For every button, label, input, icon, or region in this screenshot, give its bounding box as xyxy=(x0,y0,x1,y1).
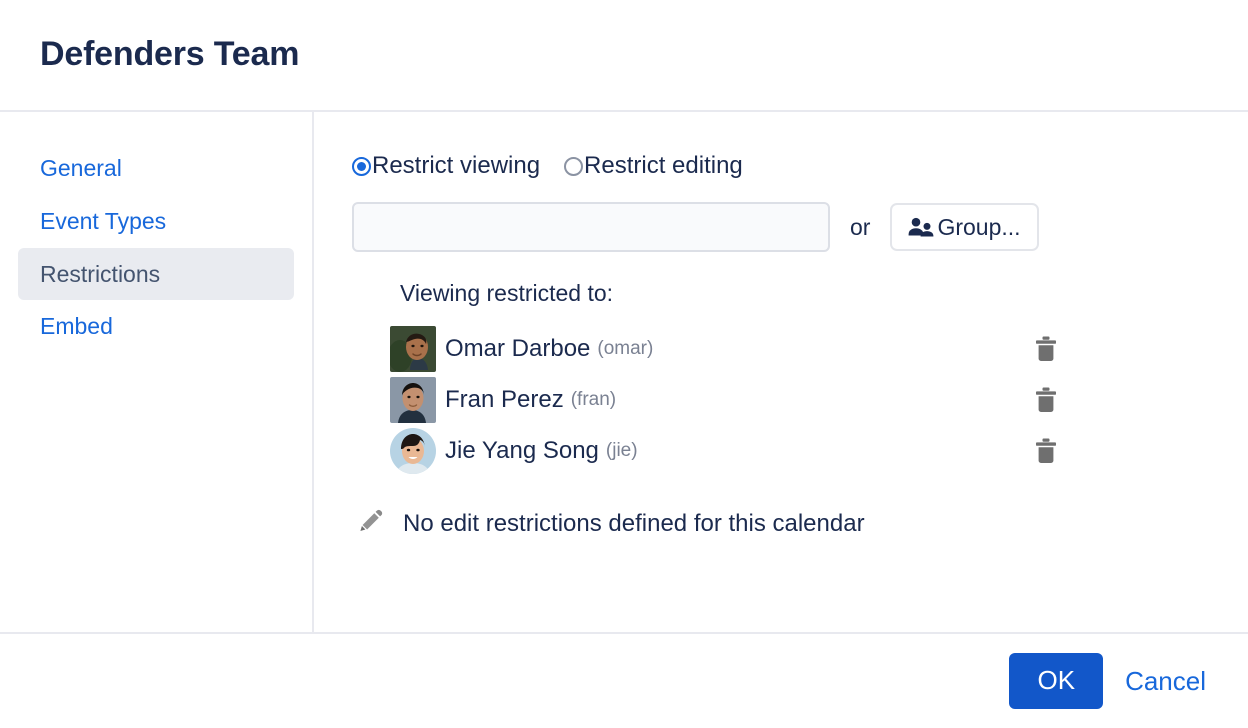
sidebar-item-general[interactable]: General xyxy=(18,142,294,195)
viewing-restricted-heading: Viewing restricted to: xyxy=(400,280,614,306)
no-edit-restrictions-text: No edit restrictions defined for this ca… xyxy=(403,509,865,537)
trash-icon xyxy=(1035,336,1057,365)
restriction-mode-radio-group: Restrict viewing Restrict editing xyxy=(352,152,1248,180)
dialog-header: Defenders Team xyxy=(0,0,1248,112)
delete-restriction-button[interactable] xyxy=(1035,387,1057,413)
user-handle: (fran) xyxy=(570,388,617,410)
page-title: Defenders Team xyxy=(40,35,300,74)
dialog-body: General Event Types Restrictions Embed R… xyxy=(0,112,1248,634)
add-restriction-row: or Group... xyxy=(352,202,1248,252)
delete-restriction-button[interactable] xyxy=(1035,336,1057,362)
avatar xyxy=(390,325,436,372)
cancel-button[interactable]: Cancel xyxy=(1125,666,1206,697)
users-icon xyxy=(908,217,935,237)
restricted-user-list: Omar Darboe (omar) Fran Perez (fran) Jie… xyxy=(390,323,1248,476)
user-handle: (jie) xyxy=(605,439,638,461)
avatar xyxy=(390,376,436,423)
user-handle: (omar) xyxy=(597,337,654,359)
trash-icon xyxy=(1035,387,1057,416)
restrictions-panel: Restrict viewing Restrict editing or Gro… xyxy=(314,112,1248,632)
group-picker-button[interactable]: Group... xyxy=(890,203,1039,251)
radio-viewing-indicator xyxy=(352,156,371,176)
ok-button[interactable]: OK xyxy=(1009,653,1104,709)
sidebar-item-restrictions[interactable]: Restrictions xyxy=(18,247,294,301)
pencil-icon xyxy=(356,506,386,541)
radio-restrict-viewing[interactable]: Restrict viewing xyxy=(352,152,540,180)
list-item: Omar Darboe (omar) xyxy=(390,323,1248,374)
no-edit-restrictions-row: No edit restrictions defined for this ca… xyxy=(356,506,1248,541)
user-search-input[interactable] xyxy=(352,202,830,252)
radio-editing-indicator xyxy=(564,156,584,176)
user-name: Omar Darboe xyxy=(445,334,591,362)
user-name: Jie Yang Song xyxy=(445,436,599,464)
list-item: Fran Perez (fran) xyxy=(390,374,1248,425)
sidebar-item-embed[interactable]: Embed xyxy=(18,300,294,353)
user-name: Fran Perez xyxy=(445,385,564,413)
dialog-footer: OK Cancel xyxy=(0,634,1248,728)
settings-dialog: Defenders Team General Event Types Restr… xyxy=(0,0,1248,728)
sidebar-item-event-types[interactable]: Event Types xyxy=(18,195,294,248)
group-picker-label: Group... xyxy=(937,213,1021,240)
radio-restrict-editing[interactable]: Restrict editing xyxy=(564,152,743,180)
delete-restriction-button[interactable] xyxy=(1035,438,1057,464)
trash-icon xyxy=(1035,438,1057,467)
avatar xyxy=(390,427,436,474)
list-item: Jie Yang Song (jie) xyxy=(390,425,1248,476)
sidebar: General Event Types Restrictions Embed xyxy=(0,112,314,632)
radio-restrict-editing-label: Restrict editing xyxy=(584,152,743,179)
radio-restrict-viewing-label: Restrict viewing xyxy=(372,152,541,179)
or-label: or xyxy=(850,213,871,240)
